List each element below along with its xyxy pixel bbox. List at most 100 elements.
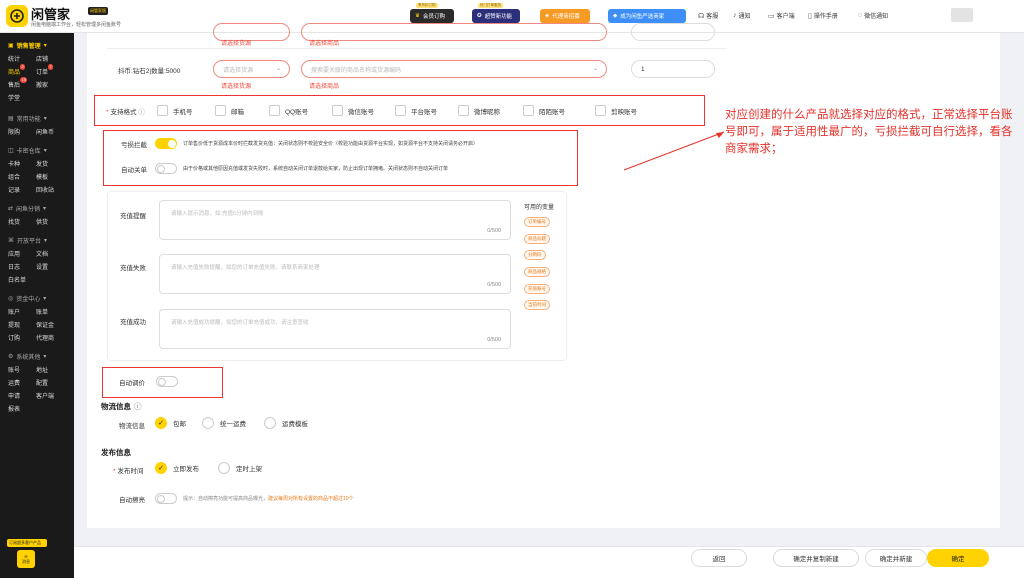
subscribe-tag[interactable]: 订阅超多客户产品 [7, 539, 47, 547]
publish-now-radio[interactable]: ✓ 立即发布 [155, 462, 199, 474]
success-label: 充值成功 [120, 319, 146, 326]
sidebar-group-title[interactable]: ⇄ 闲鱼分销 ▾ [8, 202, 74, 215]
notify-link[interactable]: ♪ 通知 [733, 11, 751, 20]
promo-new-feature[interactable]: 热门打单服务 ✪ 超赞新功能 [472, 3, 520, 23]
logistics-free-radio[interactable]: ✓ 包邮 [155, 417, 186, 429]
sidebar-item-move[interactable]: 搬家 [36, 80, 64, 89]
variable-chip[interactable]: 充值账号 [524, 284, 550, 294]
sidebar-item-recycle[interactable]: 回收站 [36, 185, 64, 194]
sidebar-item-accounts[interactable]: 账号 [8, 365, 36, 374]
logistics-uniform-radio[interactable]: 统一运费 [202, 417, 246, 429]
sidebar-item-coin[interactable]: 闲鱼币 [36, 127, 64, 136]
sidebar-item-config[interactable]: 配置 [36, 378, 64, 387]
sidebar-item-goods[interactable]: 商品 2 [8, 64, 36, 76]
manual-link[interactable]: ▯ 操作手册 [808, 11, 838, 21]
sidebar-item-orders[interactable]: 订单 7 [36, 64, 64, 76]
chevron-down-icon: ▾ [43, 116, 47, 122]
sku-label: 抖币:钻石2|数量:5000 [118, 68, 181, 75]
wechat-notify-link[interactable]: ◌ 微信通知 [858, 11, 888, 20]
sidebar-item-subscribe[interactable]: 订购 [8, 333, 36, 342]
sidebar-item-template[interactable]: 模板 [36, 172, 64, 181]
avatar[interactable] [951, 8, 973, 22]
fail-textarea[interactable]: 请输入充值失败提醒，如您的订单充值失败，请联系商家处理 0/500 [159, 254, 511, 294]
publish-time-label: * 发布时间 [113, 465, 144, 475]
sidebar-item-bill[interactable]: 账单 [36, 307, 64, 316]
goods-select-1[interactable] [301, 23, 607, 41]
sidebar-item-deposit[interactable]: 保证金 [36, 320, 64, 329]
sidebar-item-app[interactable]: 应用 [8, 249, 36, 258]
auto-polish-toggle[interactable] [155, 493, 177, 504]
client-link[interactable]: ▭ 客户端 [768, 11, 795, 21]
sidebar-item-combo[interactable]: 组合 [8, 172, 36, 181]
variable-chip[interactable]: 商品规格 [524, 267, 550, 277]
sidebar-item-client[interactable]: 客户端 [36, 391, 64, 400]
logistics-template-radio[interactable]: 运费模板 [264, 417, 308, 429]
group-title-text: 卡密仓库 [16, 149, 41, 155]
sidebar-item-aftersale[interactable]: 售后 19 [8, 77, 36, 89]
publish-scheduled-radio[interactable]: 定时上架 [218, 462, 262, 474]
sidebar-item-shop[interactable]: 店铺 [36, 54, 64, 63]
sidebar-item-record[interactable]: 记录 [8, 185, 36, 194]
sidebar-item-log[interactable]: 日志 [8, 262, 36, 271]
success-textarea[interactable]: 请输入充值成功提醒，如您的订单充值成功，请注意查收 0/500 [159, 309, 511, 349]
qty-input-1[interactable] [631, 23, 715, 41]
back-button[interactable]: 返回 [691, 549, 747, 567]
sidebar-item-account[interactable]: 账户 [8, 307, 36, 316]
crown-icon: ♛ [415, 13, 420, 19]
sidebar-item-settings[interactable]: 设置 [36, 262, 64, 271]
remind-textarea[interactable]: 请输入提示消息，如:充值5分钟内到账 0/500 [159, 200, 511, 240]
sidebar-group-title[interactable]: ⚙ 系统其他 ▾ [8, 350, 74, 363]
goods-error-2: 请选择商品 [309, 84, 340, 90]
qty-input-2[interactable]: 1 [631, 60, 715, 78]
radio-circle [202, 417, 214, 429]
sidebar-item-withdraw[interactable]: 提现 [8, 320, 36, 329]
goods-search-2[interactable]: 搜索要关联的商品名称或货源编码 ⌄ [301, 60, 607, 78]
promo-member[interactable]: 享折扣订购 ♛ 会员订购 [410, 3, 454, 23]
sidebar-group-funds: ◎ 资金中心 ▾ 账户 账单 提现 保证金 订购 代理商 [0, 292, 74, 344]
sidebar-item-freight[interactable]: 运费 [8, 378, 36, 387]
confirm-new-button[interactable]: 确定并新建 [865, 549, 927, 567]
row-divider [107, 48, 727, 49]
sidebar-item-address[interactable]: 地址 [36, 365, 64, 374]
sidebar-item-find[interactable]: 找货 [8, 217, 36, 226]
source-select-2[interactable]: 请选择货源 ⌄ [213, 60, 290, 78]
sidebar-group-title[interactable]: ◎ 资金中心 ▾ [8, 292, 74, 305]
variable-chip[interactable]: 商品标题 [524, 234, 550, 244]
sidebar-item-stats[interactable]: 统计 [8, 54, 36, 63]
sidebar-item-agent[interactable]: 代理商 [36, 333, 64, 342]
message-button[interactable]: ✉ 消息 [17, 550, 35, 568]
sidebar-item-apply[interactable]: 申请 [8, 391, 36, 400]
sidebar-item-docs[interactable]: 文档 [36, 249, 64, 258]
confirm-button[interactable]: 确定 [927, 549, 989, 567]
variable-chip[interactable]: 当前时间 [524, 300, 550, 310]
customer-service-link[interactable]: ☊ 客服 [698, 11, 718, 21]
hint-link[interactable]: 建议每周对所有设置的商品不超过10个 [268, 496, 354, 502]
sidebar-item-whitelist[interactable]: 白名单 [8, 275, 48, 284]
hint-prefix: 提示：自动擦亮功能可提高商品曝光， [183, 496, 269, 502]
variable-chip[interactable]: 分销码 [524, 250, 546, 260]
sidebar-item-supply[interactable]: 供货 [36, 217, 64, 226]
logo-icon [10, 9, 24, 23]
grid-icon: ▤ [8, 116, 14, 122]
sidebar-item-ship[interactable]: 发货 [36, 159, 64, 168]
sidebar-group-title[interactable]: ◫ 卡密仓库 ▾ [8, 144, 74, 157]
sidebar-item-report[interactable]: 报表 [8, 404, 36, 413]
group-title-text: 系统其他 [16, 355, 41, 361]
sidebar-group-title[interactable]: ▣ 销售管理 ▾ [8, 39, 74, 52]
sidebar-group-title[interactable]: ⌘ 开放平台 ▾ [8, 234, 74, 247]
confirm-copy-new-button[interactable]: 确定并复制新建 [773, 549, 859, 567]
book-icon: ▯ [808, 12, 812, 20]
sidebar-item-cardtype[interactable]: 卡种 [8, 159, 36, 168]
logistics-section-title: 物流信息 ⓘ [101, 401, 142, 412]
variable-chip[interactable]: 订单编号 [524, 217, 550, 227]
app-logo[interactable] [6, 5, 28, 27]
promo-strict-seller[interactable]: ◆ 成为闲鱼严选商家 [608, 9, 686, 23]
cart-icon: ▣ [8, 43, 14, 49]
annotation-box-format [94, 95, 705, 126]
section-text: 物流信息 [101, 402, 131, 411]
promo-agent[interactable]: ◈ 代理商招募 [540, 9, 590, 23]
annotation-box-auto-price [102, 367, 223, 398]
sidebar-group-title[interactable]: ▤ 常用功能 ▾ [8, 112, 74, 125]
sidebar-item-school[interactable]: 学堂 [8, 93, 36, 102]
sidebar-item-limit[interactable]: 限购 [8, 127, 36, 136]
